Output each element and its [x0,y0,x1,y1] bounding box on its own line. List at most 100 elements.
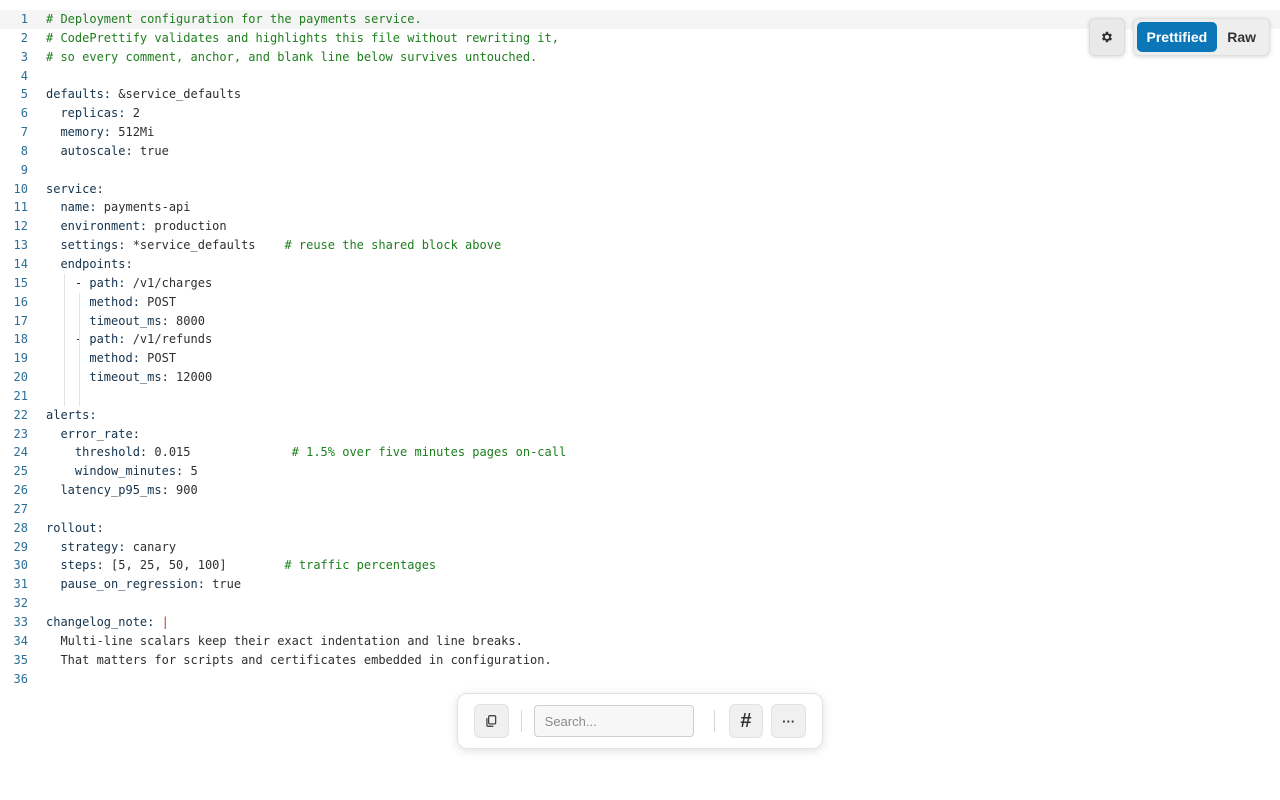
yaml-value: /v1/charges [125,275,213,290]
yaml-value: 12000 [168,370,213,385]
line-text: defaults: &service_defaults [46,85,241,104]
line-text: replicas: 2 [46,104,140,123]
yaml-value: Multi-line scalars keep their exact inde… [46,633,523,648]
indent-guide [79,349,80,369]
prettified-button[interactable]: Prettified [1136,22,1218,52]
line-text: - path: /v1/charges [46,273,213,293]
indent-guide [79,311,80,331]
toolbar-divider [520,710,522,732]
gear-icon [1101,31,1112,43]
code-line: 5 defaults: &service_defaults [0,85,1280,104]
yaml-key: - path: [46,332,126,347]
yaml-value: true [204,577,242,592]
line-number: 20 [13,370,28,385]
yaml-key: strategy: [46,539,126,554]
line-number: 27 [13,501,28,516]
raw-button[interactable]: Raw [1217,22,1266,52]
code-line: 28 rollout: [0,519,1280,538]
line-text: # CodePrettify validates and highlights … [46,29,559,48]
yaml-value: canary [125,539,177,554]
code-line: 11 name: payments-api [0,198,1280,217]
line-number: 4 [20,68,28,83]
indent-guide [64,311,65,331]
copy-button[interactable] [474,704,509,738]
yaml-key: autoscale: [46,143,133,158]
line-number: 8 [20,143,28,158]
code-line: 19 method: POST [0,349,1280,369]
line-number: 19 [13,351,28,366]
line-number: 21 [13,388,28,403]
line-text: method: POST [46,349,176,369]
code-line: 26 latency_p95_ms: 900 [0,481,1280,500]
ellipsis-icon: ··· [782,713,796,729]
line-number: 28 [13,520,28,535]
line-number: 31 [13,577,28,592]
line-text: timeout_ms: 8000 [46,311,205,331]
yaml-key: threshold: [46,445,148,460]
yaml-key: settings: [46,238,126,253]
line-text: pause_on_regression: true [46,575,241,594]
yaml-value: 5 [183,464,198,479]
yaml-value: That matters for scripts and certificate… [46,652,552,667]
yaml-value: 512Mi [111,125,155,140]
line-number: 7 [20,125,28,140]
yaml-value: [5, 25, 50, 100] [103,558,285,573]
code-line: 4 [0,67,1280,86]
yaml-value: production [147,219,227,234]
code-line: 6 replicas: 2 [0,104,1280,123]
code-line: 20 timeout_ms: 12000 [0,368,1280,387]
line-number: 17 [13,313,28,328]
line-text: steps: [5, 25, 50, 100] # traffic percen… [46,556,436,575]
line-number: 2 [20,30,28,45]
line-text: endpoints: [46,255,133,274]
line-number: 10 [13,181,28,196]
yaml-key: window_minutes: [46,464,184,479]
yaml-key: error_rate: [46,426,140,441]
code-line: 12 environment: production [0,217,1280,236]
yaml-key: memory: [46,125,112,140]
line-number: 34 [13,633,28,648]
block-scalar-indicator: | [161,615,169,629]
yaml-value: 2 [125,106,140,121]
line-text: strategy: canary [46,538,176,557]
yaml-key: defaults: [46,87,112,102]
line-text: name: payments-api [46,198,190,217]
indent-guide [64,330,65,350]
code-line: 23 error_rate: [0,425,1280,444]
indent-guide [79,368,80,387]
code-line: 7 memory: 512Mi [0,123,1280,142]
code-line: 17 timeout_ms: 8000 [0,311,1280,331]
line-text: environment: production [46,217,227,236]
code-line: 10 service: [0,180,1280,199]
line-number: 30 [13,558,28,573]
more-button[interactable]: ··· [771,704,806,738]
yaml-key: alerts: [46,407,97,422]
line-number: 12 [13,219,28,234]
yaml-key: environment: [46,219,148,234]
line-number: 9 [20,162,28,177]
line-number: 29 [13,539,28,554]
indent-guide [79,386,80,406]
copy-icon [486,715,497,727]
code-area[interactable]: 1 # Deployment configuration for the paym… [0,10,1280,688]
code-line: 18 - path: /v1/refunds [0,330,1280,350]
search-input[interactable] [533,705,694,737]
code-line: 14 endpoints: [0,255,1280,274]
line-text: # so every comment, anchor, and blank li… [46,48,537,67]
code-line: 13 settings: *service_defaults # reuse t… [0,236,1280,255]
indent-guide [64,292,65,312]
line-text: That matters for scripts and certificate… [46,651,552,670]
settings-button[interactable] [1088,18,1125,56]
line-text: service: [46,180,104,199]
line-number: 32 [13,596,28,611]
line-numbers-button[interactable]: # [728,704,764,738]
line-number: 1 [20,12,28,26]
code-line: 21 [0,386,1280,406]
line-text: changelog_note: | [46,613,169,632]
view-mode-toggle: Prettified Raw [1132,18,1270,56]
line-text: timeout_ms: 12000 [46,368,212,387]
yaml-value: 0.015 [147,445,292,460]
yaml-key: endpoints: [46,256,133,271]
line-number: 5 [20,87,28,102]
code-line: 27 [0,500,1280,519]
